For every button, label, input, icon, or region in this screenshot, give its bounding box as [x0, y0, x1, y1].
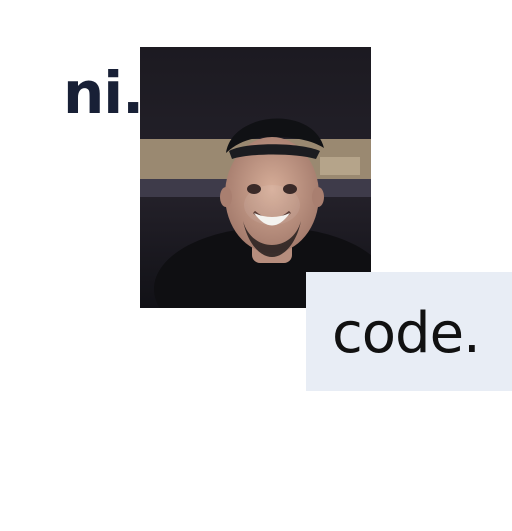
brand-code-panel: code.: [306, 272, 512, 391]
left-ear: [220, 187, 232, 207]
left-eye: [247, 184, 261, 194]
portrait-photo: [140, 47, 371, 308]
right-eye: [283, 184, 297, 194]
panel-highlight: [320, 157, 360, 175]
right-ear: [312, 187, 324, 207]
portrait-illustration: [140, 47, 371, 308]
brand-suffix-word: code.: [332, 301, 481, 366]
brand-prefix-word: ni.: [63, 59, 144, 127]
